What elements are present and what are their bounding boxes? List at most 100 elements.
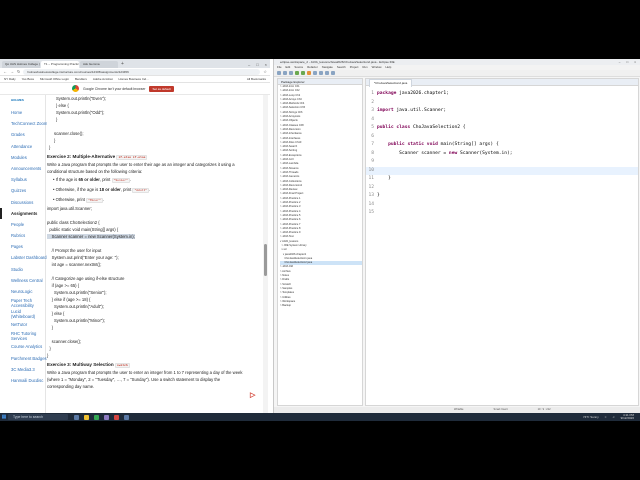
url-input[interactable]: holmesbusinesscollege.instructure.com/co… (23, 68, 261, 75)
menu-search[interactable]: Search (337, 65, 346, 70)
menu-project[interactable]: Project (350, 65, 359, 70)
menu-window[interactable]: Window (372, 65, 382, 70)
nav-item-neurologic[interactable]: NeuroLogic (0, 286, 45, 297)
code-editor[interactable]: *ChoJavaSelection2.java 1 package java202… (365, 78, 639, 406)
nav-item-paper-tech-accessibility[interactable]: Paper Tech Accessibility (0, 297, 40, 308)
run-icon[interactable] (301, 71, 305, 75)
windows-start-icon[interactable]: ▦ (0, 413, 8, 421)
app-taskbar-icon[interactable] (114, 414, 119, 420)
task-view-icon[interactable] (74, 414, 79, 420)
nav-item-grades[interactable]: Grades (0, 129, 45, 140)
nav-item-home[interactable]: Home (0, 107, 45, 118)
forward-icon[interactable]: → (10, 69, 14, 74)
nav-item-pages[interactable]: Pages (0, 241, 45, 252)
eclipse-minimize-button[interactable]: – (619, 59, 621, 65)
code-line-4[interactable]: 4 (366, 116, 638, 124)
new-tab-button[interactable]: + (119, 61, 126, 68)
nav-item-techconnect-zoom[interactable]: TechConnect Zoom (0, 118, 47, 129)
debug-icon[interactable] (295, 71, 299, 75)
print-icon[interactable] (289, 71, 293, 75)
code-line-11[interactable]: 11 } (366, 175, 638, 183)
code-line-5[interactable]: 5 public class ChoJavaSelection2 { (366, 124, 638, 132)
nav-item-people[interactable]: People (0, 219, 45, 230)
nav-item-quizzes[interactable]: Quizzes (0, 185, 45, 196)
nav-item-rhc-tutoring-services[interactable]: RHC Tutoring Services (0, 330, 40, 341)
nav-item-nettutor[interactable]: NetTutor (0, 319, 45, 330)
nav-item-labster-dashboard[interactable]: Labster Dashboard (0, 252, 47, 263)
menu-edit[interactable]: Edit (286, 65, 291, 70)
nav-item-rubrics[interactable]: Rubrics (0, 230, 45, 241)
nav-item-hanmaili-ducdisc[interactable]: Hanmaili Ducdisc (0, 375, 45, 386)
code-line-9[interactable]: 9 (366, 158, 638, 166)
code-line-7[interactable]: 7 public static void main(String[] args)… (366, 141, 638, 149)
nav-item-studio[interactable]: Studio (0, 264, 45, 275)
bookmark-5[interactable]: Adobe Acrobat (93, 77, 113, 81)
nav-item-announcements[interactable]: Announcements (0, 163, 45, 174)
code-line-8[interactable]: 8 Scanner scanner = new Scanner(System.i… (366, 150, 638, 158)
new-class-icon[interactable] (313, 71, 317, 75)
save-icon[interactable] (283, 71, 287, 75)
code-line-14[interactable]: 14 (366, 201, 638, 209)
bookmark-3[interactable]: Microsoft Office Login (40, 77, 69, 81)
eclipse-taskbar-icon[interactable] (104, 414, 109, 420)
chrome-taskbar-icon[interactable] (94, 414, 99, 420)
all-bookmarks[interactable]: All Bookmarks (247, 77, 270, 81)
maximize-button[interactable]: □ (256, 61, 258, 68)
wifi-icon[interactable]: ≈ (605, 415, 607, 419)
bookmark-2[interactable]: Yes Boss (22, 77, 34, 81)
weather-widget[interactable]: 74°F Sunny (583, 415, 599, 419)
reload-icon[interactable]: ↻ (17, 69, 20, 74)
menu-file[interactable]: File (277, 65, 282, 70)
clock[interactable]: 4:11 PM 9/12/2026 (621, 413, 634, 421)
taskbar: ▦ Type here to search 74°F Sunny ≈ ♫ 4:1… (0, 413, 640, 421)
code-line-12[interactable]: 12 (366, 184, 638, 192)
code-line-10[interactable]: 10 (366, 166, 638, 175)
back-nav-icon[interactable] (331, 71, 335, 75)
code-line-2[interactable]: 2 (366, 99, 638, 107)
menu-refactor[interactable]: Refactor (307, 65, 318, 70)
code-line-15[interactable]: 15 (366, 209, 638, 217)
code-line-1[interactable]: 1 package java2026.chapter1; (366, 90, 638, 98)
open-type-icon[interactable] (325, 71, 329, 75)
menu-run[interactable]: Run (362, 65, 367, 70)
mail-icon[interactable] (124, 414, 129, 420)
eclipse-maximize-button[interactable]: □ (626, 59, 628, 65)
external-tools-icon[interactable] (307, 71, 311, 75)
tree-item[interactable]: > Backup (280, 304, 362, 308)
code-line-6[interactable]: 6 (366, 133, 638, 141)
code-line-3[interactable]: 3 import java.util.Scanner; (366, 107, 638, 115)
menu-source[interactable]: Source (294, 65, 303, 70)
nav-item-assignments[interactable]: Assignments (0, 207, 45, 219)
nav-item-syllabus[interactable]: Syllabus (0, 174, 45, 185)
close-button[interactable]: × (265, 61, 267, 68)
nav-item-attendance[interactable]: Attendance (0, 141, 45, 152)
browser-tab-3[interactable]: Ask Gemma (80, 61, 118, 68)
nav-item-3c-media3-3[interactable]: 3C Media3.3 (0, 364, 45, 375)
nav-item-parchment-badges[interactable]: Parchment Badges (0, 353, 47, 364)
bookmark-1[interactable]: NY Daily (4, 77, 16, 81)
menu-navigate[interactable]: Navigate (322, 65, 333, 70)
nav-item-course-analytics[interactable]: Course Analytics (0, 341, 45, 352)
nav-item-lucid-whiteboard-[interactable]: Lucid (Whiteboard) (0, 308, 40, 319)
file-explorer-icon[interactable] (84, 414, 89, 420)
page-scroll-thumb[interactable] (264, 244, 267, 276)
search-icon[interactable] (319, 71, 323, 75)
pdf-icon[interactable]: ▷ (250, 391, 258, 400)
star-icon[interactable]: ☆ (263, 69, 267, 74)
code-line-13[interactable]: 13} (366, 192, 638, 200)
minimize-button[interactable]: – (248, 61, 250, 68)
bookmark-6[interactable]: Homes Business Ind… (119, 77, 150, 81)
volume-icon[interactable]: ♫ (612, 415, 614, 419)
nav-item-wellness-central[interactable]: Wellness Central (0, 275, 45, 286)
back-icon[interactable]: ← (3, 69, 7, 74)
nav-item-modules[interactable]: Modules (0, 152, 45, 163)
menu-help[interactable]: Help (386, 65, 392, 70)
taskbar-search[interactable]: Type here to search (8, 414, 68, 420)
set-default-button[interactable]: Set as default (149, 85, 174, 92)
eclipse-close-button[interactable]: × (634, 59, 636, 65)
nav-item-discussions[interactable]: Discussions (0, 197, 45, 208)
bookmark-4[interactable]: Bendlers (75, 77, 87, 81)
browser-tab-2[interactable]: T1 – Programming Practice … (41, 61, 79, 68)
browser-tab-1[interactable]: Qé UAS Holmes College | WCY… (2, 61, 40, 68)
new-icon[interactable] (277, 71, 281, 75)
